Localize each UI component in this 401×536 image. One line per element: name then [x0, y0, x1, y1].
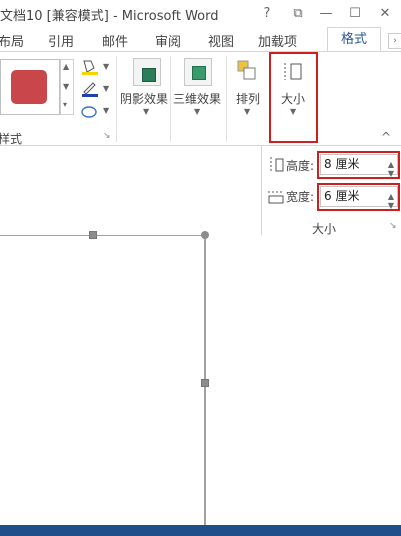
arrange-icon[interactable]: [236, 58, 258, 84]
resize-handle-top-right[interactable]: [201, 231, 209, 239]
resize-handle-right[interactable]: [201, 379, 209, 387]
size-panel: 高度: 8 厘米 ▲ ▼ 宽度: 6 厘米 ▲ ▼ 大小 ↘: [261, 146, 401, 236]
tab-format[interactable]: 格式: [327, 27, 381, 53]
help-button[interactable]: ?: [255, 3, 279, 25]
document-area[interactable]: [0, 231, 401, 525]
window-title: 文档10 [兼容模式] - Microsoft Word: [0, 9, 219, 24]
tab-references[interactable]: 引用: [48, 31, 74, 50]
shape-effects-dropdown-icon[interactable]: ▼: [103, 106, 109, 115]
height-label: 高度:: [286, 159, 315, 173]
tab-review[interactable]: 审阅: [155, 31, 181, 50]
maximize-button[interactable]: ☐: [343, 3, 367, 25]
resize-handle-top[interactable]: [89, 231, 97, 239]
minimize-button[interactable]: —: [314, 3, 338, 25]
shape-outline-icon[interactable]: [80, 80, 100, 98]
size-button[interactable]: 大小: [281, 90, 305, 107]
group-separator: [170, 56, 171, 142]
gallery-scroll[interactable]: ▲ ▼ ▾: [60, 59, 74, 115]
height-value: 8 厘米: [324, 157, 360, 171]
size-icon[interactable]: [280, 60, 306, 84]
threed-effects-icon[interactable]: [184, 58, 212, 86]
shape-outline-dropdown-icon[interactable]: ▼: [103, 84, 109, 93]
shape-style-swatch[interactable]: [11, 70, 47, 104]
shape-fill-dropdown-icon[interactable]: ▼: [103, 62, 109, 71]
tab-mailings[interactable]: 邮件: [102, 31, 128, 50]
height-input[interactable]: 8 厘米 ▲ ▼: [320, 154, 398, 178]
group-separator: [226, 56, 227, 142]
size-dropdown-icon[interactable]: ▼: [290, 107, 296, 116]
size-dialog-launcher-icon[interactable]: ↘: [389, 221, 397, 231]
tab-scroll-right-icon[interactable]: ›: [388, 33, 401, 49]
group-separator: [116, 56, 117, 142]
ribbon: ▲ ▼ ▾ ▼ ▼ ▼ 样式 ↘ 阴影效果 ▼ 三维效果 ▼ 排列 ▼ 大小 ▼…: [0, 52, 401, 146]
tab-addins[interactable]: 加载项: [258, 31, 297, 50]
height-icon: [267, 156, 285, 174]
gallery-up-icon[interactable]: ▲: [63, 62, 69, 71]
shadow-effects-button[interactable]: 阴影效果: [120, 90, 168, 107]
width-spin-down-icon[interactable]: ▼: [388, 196, 394, 215]
dialog-launcher-icon[interactable]: ↘: [103, 131, 111, 141]
ribbon-display-options-button[interactable]: ⧉: [286, 3, 310, 25]
threed-effects-button[interactable]: 三维效果: [173, 90, 221, 107]
width-value: 6 厘米: [324, 189, 360, 203]
shape-effects-icon[interactable]: [80, 102, 100, 120]
collapse-ribbon-icon[interactable]: ^: [381, 130, 391, 144]
gallery-more-icon[interactable]: ▾: [63, 100, 67, 109]
arrange-dropdown-icon[interactable]: ▼: [244, 107, 250, 116]
shape-style-gallery[interactable]: [0, 59, 60, 115]
width-input[interactable]: 6 厘米 ▲ ▼: [320, 186, 398, 210]
tab-layout[interactable]: 布局: [0, 31, 24, 50]
width-icon: [267, 188, 285, 206]
arrange-button[interactable]: 排列: [236, 90, 260, 107]
shape-fill-icon[interactable]: [80, 58, 100, 76]
ribbon-tabs: 布局 引用 邮件 审阅 视图 加载项 格式 ›: [0, 27, 401, 53]
height-spin-down-icon[interactable]: ▼: [388, 164, 394, 183]
shadow-effects-dropdown-icon[interactable]: ▼: [143, 107, 149, 116]
tab-view[interactable]: 视图: [208, 31, 234, 50]
close-button[interactable]: ✕: [373, 3, 397, 25]
gallery-down-icon[interactable]: ▼: [63, 82, 69, 91]
shadow-effects-icon[interactable]: [133, 58, 161, 86]
title-bar: 文档10 [兼容模式] - Microsoft Word ? ⧉ — ☐ ✕: [0, 0, 401, 28]
taskbar: [0, 525, 401, 536]
width-label: 宽度:: [286, 190, 315, 204]
threed-effects-dropdown-icon[interactable]: ▼: [194, 107, 200, 116]
